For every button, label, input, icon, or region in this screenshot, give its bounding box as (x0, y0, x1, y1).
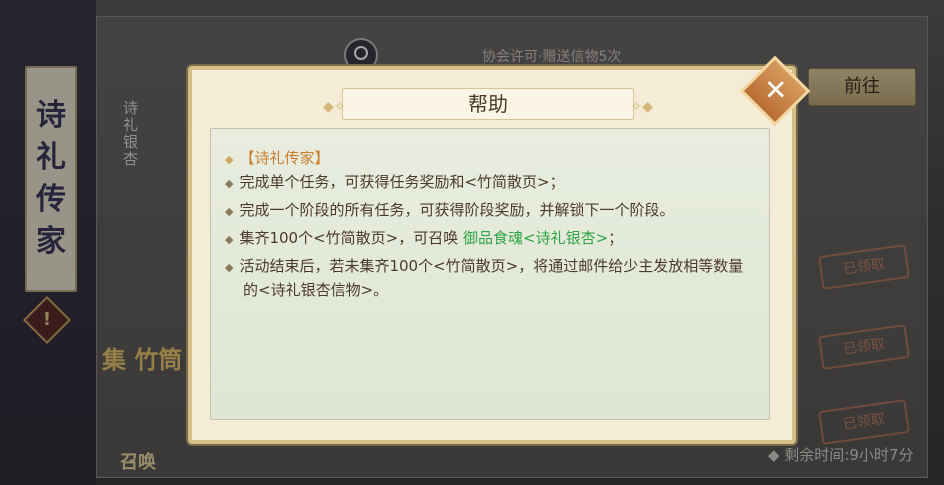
diamond-bullet-icon: ◆ (225, 261, 234, 274)
close-icon: ✕ (763, 73, 788, 107)
diamond-bullet-icon: ◆ (225, 153, 234, 166)
help-line: ◆ 活动结束后，若未集齐100个<竹简散页>，将通过邮件给少主发放相等数量的<诗礼… (225, 257, 744, 299)
help-content: ◆ 【诗礼传家】 ◆ 完成单个任务，可获得任务奖励和<竹简散页>； ◆ 完成一个阶段的… (210, 128, 770, 420)
dialog-title-bar: ◆✧ 帮助 ✧◆ (323, 88, 653, 120)
diamond-bullet-icon: ◆ (225, 177, 234, 190)
diamond-bullet-icon: ◆ (225, 233, 234, 246)
dialog-title: 帮助 (468, 92, 508, 116)
help-heading: ◆ 【诗礼传家】 (225, 149, 330, 167)
help-line: ◆ 集齐100个<竹简散页>，可召唤 御品食魂<诗礼银杏>； (225, 229, 624, 247)
help-line: ◆ 完成单个任务，可获得任务奖励和<竹简散页>； (225, 173, 565, 191)
help-line: ◆ 完成一个阶段的所有任务，可获得阶段奖励，并解锁下一个阶段。 (225, 201, 675, 219)
help-dialog: ◆✧ 帮助 ✧◆ ◆ 【诗礼传家】 ◆ 完成单个任务，可获得任务奖励和<竹简散页>；… (188, 66, 796, 444)
diamond-bullet-icon: ◆ (225, 205, 234, 218)
highlight-text: 御品食魂<诗礼银杏> (463, 229, 609, 247)
diamond-deco-icon: ✧◆ (630, 99, 654, 115)
